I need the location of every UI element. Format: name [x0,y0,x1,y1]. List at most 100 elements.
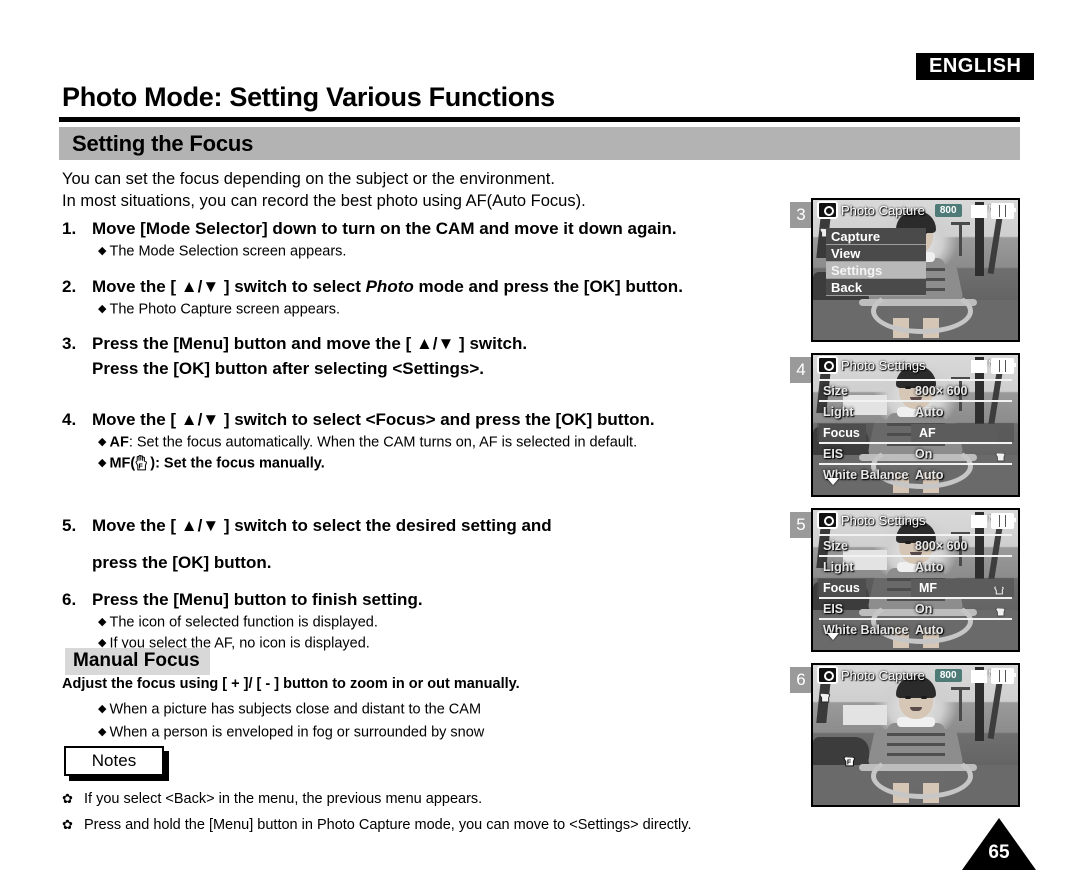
diamond-bullet-icon: ◆ [98,456,107,469]
setting-row-light[interactable]: Light Auto [819,400,1012,421]
setting-row-focus[interactable]: Focus AF [817,421,1014,442]
step-6: 6. Press the [Menu] button to finish set… [62,587,782,653]
setting-row-light[interactable]: Light Auto [819,555,1012,576]
lcd-title-5: Photo Settings [841,512,926,528]
note-bullet-icon: ✿ [62,791,73,806]
step-5: 5. Move the [ ▲/▼ ] switch to select the… [62,513,782,575]
diamond-bullet-icon: ◆ [98,245,107,257]
battery-icon [991,513,1016,529]
diamond-bullet-icon: ◆ [98,616,107,628]
battery-icon [991,358,1016,374]
menu-item-settings[interactable]: Settings [826,262,926,279]
screenshot-step-6-badge: 6 [790,667,812,693]
section-title: Setting the Focus [72,131,254,156]
battery-icon [991,668,1016,684]
note-item: ✿ If you select <Back> in the menu, the … [62,786,691,812]
manual-focus-bullet-1: ◆ When a picture has subjects close and d… [98,701,482,718]
size-badge-6: 800 [934,668,962,682]
notes-box: Notes [64,746,164,776]
step-5-text-line2: press the [OK] button. [92,553,272,572]
manual-focus-bullet-list: ◆ When a picture has subjects close and d… [98,698,484,743]
page-number-marker: 65 [962,818,1036,870]
af-label: AF [109,434,129,451]
diamond-bullet-icon: ◆ [98,436,107,448]
lcd-title-6: Photo Capture [841,667,925,683]
diamond-bullet-icon: ◆ [98,302,107,315]
setting-row-white-balance[interactable]: White Balance Auto [819,463,1012,484]
manual-focus-hand-icon: F [135,454,150,471]
step-1-number: 1. [62,219,77,238]
step-2-text: Move the [ ▲/▼ ] switch to select Photo … [92,276,683,296]
svg-text:F: F [139,463,144,470]
notes-label: Notes [91,751,137,770]
manual-focus-heading: Manual Focus [65,648,210,675]
hand-icon [995,602,1008,617]
step-4-number: 4. [62,410,77,429]
step-4-note-af: ◆ AF: Set the focus automatically. When t… [98,434,638,451]
camera-lcd-4: Photo Settings Size 800× 600 Light Auto … [811,353,1020,497]
intro-line-1: You can set the focus depending on the s… [62,170,555,188]
step-1-text: Move [Mode Selector] down to turn on the… [92,219,677,238]
lcd-status-icons [971,513,1016,529]
battery-icon [991,203,1016,219]
step-2-note: ◆ The Photo Capture screen appears. [98,301,340,317]
step-5-text: Move the [ ▲/▼ ] switch to select the de… [92,516,552,535]
setting-row-size[interactable]: Size 800× 600 [819,534,1012,555]
camera-lcd-3: Photo Capture 800 Capture View Settings … [811,198,1020,342]
screenshot-step-4-badge: 4 [790,357,812,383]
diamond-bullet-icon: ◆ [98,636,107,649]
page-number: 65 [988,842,1010,863]
manual-focus-lead-text: Adjust the focus using [ + ]/ [ - ] butt… [62,676,520,692]
size-badge-3: 800 [934,203,962,217]
manual-focus-indicator-icon: F [843,750,858,767]
step-4-text: Move the [ ▲/▼ ] switch to select <Focus… [92,410,655,429]
setting-row-eis[interactable]: EIS On [819,442,1012,463]
settings-list-4[interactable]: Size 800× 600 Light Auto Focus AF EIS On [817,379,1014,485]
manual-focus-bullet-2: ◆ When a person is enveloped in fog or su… [98,724,485,740]
step-1: 1. Move [Mode Selector] down to turn on … [62,216,782,262]
step-6-text: Press the [Menu] button to finish settin… [92,590,423,609]
lcd-status-bar: Photo Settings [813,510,1018,530]
lcd-menu-panel[interactable]: Capture View Settings Back [826,228,926,296]
lcd-status-bar: Photo Settings [813,355,1018,375]
menu-item-back[interactable]: Back [826,279,926,296]
step-3-text: Press the [Menu] button and move the [ ▲… [92,334,528,353]
lcd-status-icons [971,668,1016,684]
intro-paragraph: You can set the focus depending on the s… [62,168,762,212]
setting-row-white-balance[interactable]: White Balance Auto [819,618,1012,639]
step-4-note-mf: ◆ MF( F ): Set the focus manually. [98,454,325,471]
instruction-steps: 1. Move [Mode Selector] down to turn on … [62,216,782,653]
camera-lcd-5: Photo Settings Size 800× 600 Light Auto … [811,508,1020,652]
language-badge: ENGLISH [916,53,1035,80]
svg-text:F: F [847,760,852,767]
lcd-status-bar: Photo Capture 800 [813,200,1018,220]
step-5-number: 5. [62,516,77,535]
notes-list: ✿ If you select <Back> in the menu, the … [62,786,691,838]
menu-item-capture[interactable]: Capture [826,228,926,245]
intro-line-2: In most situations, you can record the b… [62,192,586,210]
note-item: ✿ Press and hold the [Menu] button in Ph… [62,812,691,838]
menu-item-view[interactable]: View [826,245,926,262]
step-3-number: 3. [62,334,77,353]
note-bullet-icon: ✿ [62,817,73,832]
hand-icon-overlay [819,687,833,703]
scroll-down-caret-icon[interactable] [827,633,839,640]
lcd-title-4: Photo Settings [841,357,926,373]
setting-row-eis[interactable]: EIS On [819,597,1012,618]
hand-icon [995,447,1008,462]
screenshot-step-5-badge: 5 [790,512,812,538]
setting-row-focus[interactable]: Focus MF [817,576,1014,597]
photo-mode-icon [817,666,838,684]
step-1-note: ◆ The Mode Selection screen appears. [98,243,347,260]
step-4: 4. Move the [ ▲/▼ ] switch to select <Fo… [62,407,782,473]
photo-mode-icon [817,511,838,529]
photo-mode-icon [817,201,838,219]
setting-row-size[interactable]: Size 800× 600 [819,379,1012,400]
lcd-title-3: Photo Capture [841,202,925,218]
scroll-down-caret-icon[interactable] [827,478,839,485]
settings-list-5[interactable]: Size 800× 600 Light Auto Focus MF EIS On [817,534,1014,640]
page-title: Photo Mode: Setting Various Functions [62,82,555,112]
step-6-number: 6. [62,590,77,609]
camera-lcd-6: Photo Capture 800 F [811,663,1020,807]
lcd-status-icons [971,358,1016,374]
